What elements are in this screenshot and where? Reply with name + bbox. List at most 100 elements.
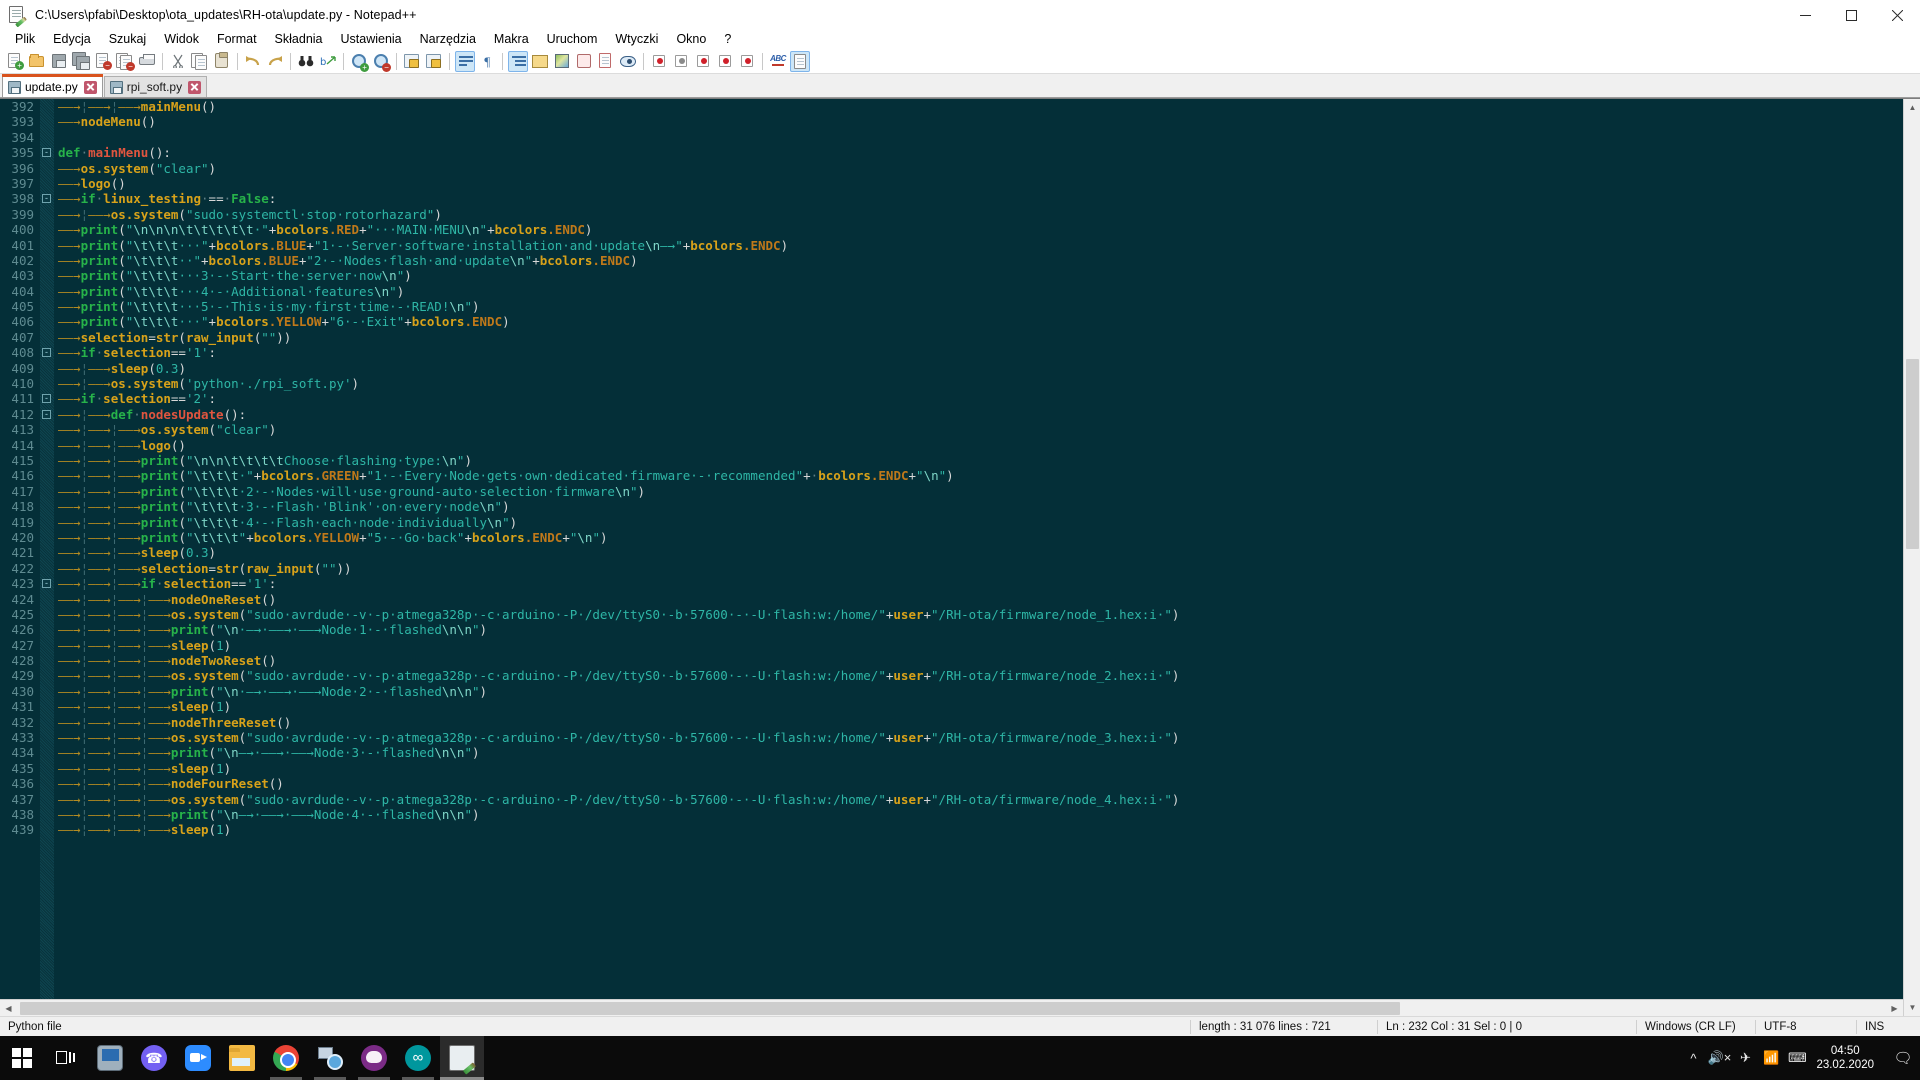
close-button[interactable] bbox=[1874, 0, 1920, 30]
find-icon[interactable] bbox=[296, 51, 316, 72]
redo-icon[interactable] bbox=[265, 51, 285, 72]
line-number: 392 bbox=[0, 99, 34, 114]
action-center-icon[interactable]: 🗨 bbox=[1886, 1036, 1920, 1080]
cut-icon[interactable] bbox=[168, 51, 188, 72]
fold-margin-cell bbox=[40, 607, 54, 622]
maximize-button[interactable] bbox=[1828, 0, 1874, 30]
save-macro-icon[interactable] bbox=[737, 51, 757, 72]
code-line: def·mainMenu(): bbox=[54, 145, 1920, 160]
scroll-down-icon[interactable]: ▼ bbox=[1904, 999, 1920, 1016]
editor-horizontal-scrollbar[interactable]: ◀ ▶ bbox=[0, 999, 1903, 1016]
tab-update-py[interactable]: update.py bbox=[2, 76, 103, 97]
scroll-up-icon[interactable]: ▲ bbox=[1904, 99, 1920, 116]
taskbar-app-network-scanner[interactable] bbox=[308, 1036, 352, 1080]
word-wrap-icon[interactable] bbox=[455, 51, 475, 72]
editor-vertical-scrollbar[interactable]: ▲ ▼ bbox=[1903, 99, 1920, 1016]
print-icon[interactable] bbox=[137, 51, 157, 72]
status-caret-position: Ln : 232 Col : 31 Sel : 0 | 0 bbox=[1378, 1021, 1636, 1033]
fold-toggle-icon[interactable]: - bbox=[40, 576, 54, 591]
show-all-characters-icon[interactable]: ¶ bbox=[477, 51, 497, 72]
menu-item-widok[interactable]: Widok bbox=[155, 30, 208, 49]
close-tab-icon[interactable] bbox=[84, 81, 97, 94]
scroll-left-icon[interactable]: ◀ bbox=[0, 1000, 17, 1016]
fold-toggle-icon[interactable]: - bbox=[40, 407, 54, 422]
menu-item-okno[interactable]: Okno bbox=[667, 30, 715, 49]
save-all-icon[interactable] bbox=[71, 51, 91, 72]
user-defined-language-icon[interactable] bbox=[530, 51, 550, 72]
fold-toggle-icon[interactable]: - bbox=[40, 145, 54, 160]
menu-item-help[interactable]: ? bbox=[715, 30, 740, 49]
spellcheck-icon[interactable]: ABC bbox=[768, 51, 788, 72]
taskbar-app-file-explorer[interactable] bbox=[220, 1036, 264, 1080]
menu-item-uruchom[interactable]: Uruchom bbox=[538, 30, 607, 49]
zoom-in-icon[interactable]: + bbox=[349, 51, 369, 72]
document-map-icon[interactable] bbox=[552, 51, 572, 72]
close-tab-icon[interactable] bbox=[188, 81, 201, 94]
monitoring-icon[interactable] bbox=[618, 51, 638, 72]
record-macro-icon[interactable] bbox=[649, 51, 669, 72]
close-file-icon[interactable]: − bbox=[93, 51, 113, 72]
fold-toggle-icon[interactable]: - bbox=[40, 191, 54, 206]
taskbar-app-slack[interactable] bbox=[352, 1036, 396, 1080]
line-number: 416 bbox=[0, 468, 34, 483]
menu-item-ustawienia[interactable]: Ustawienia bbox=[332, 30, 411, 49]
menu-item-narzedzia[interactable]: Narzędzia bbox=[411, 30, 485, 49]
minimize-button[interactable] bbox=[1782, 0, 1828, 30]
wifi-icon[interactable]: 📶 bbox=[1758, 1036, 1784, 1080]
show-hidden-icons-icon[interactable]: ^ bbox=[1680, 1036, 1706, 1080]
undo-icon[interactable] bbox=[243, 51, 263, 72]
copy-icon[interactable] bbox=[190, 51, 210, 72]
taskbar-app-remote-desktop[interactable] bbox=[88, 1036, 132, 1080]
open-file-icon[interactable] bbox=[27, 51, 47, 72]
run-macro-multiple-icon[interactable] bbox=[715, 51, 735, 72]
fold-toggle-icon[interactable]: - bbox=[40, 345, 54, 360]
code-folding-margin[interactable]: ------ bbox=[40, 99, 54, 1016]
menu-item-format[interactable]: Format bbox=[208, 30, 266, 49]
indent-guide-icon[interactable] bbox=[508, 51, 528, 72]
run-icon[interactable] bbox=[790, 51, 810, 72]
touch-keyboard-icon[interactable]: ⌨ bbox=[1784, 1036, 1810, 1080]
code-editor[interactable]: 3923933943953963973983994004014024034044… bbox=[0, 98, 1920, 1016]
close-all-icon[interactable]: − bbox=[115, 51, 135, 72]
sync-vertical-icon[interactable] bbox=[402, 51, 422, 72]
tab-rpi-soft-py[interactable]: rpi_soft.py bbox=[104, 76, 207, 97]
fold-toggle-icon[interactable]: - bbox=[40, 391, 54, 406]
vertical-scroll-thumb[interactable] bbox=[1906, 359, 1919, 549]
paste-icon[interactable] bbox=[212, 51, 232, 72]
function-list-icon[interactable] bbox=[574, 51, 594, 72]
folder-as-workspace-icon[interactable] bbox=[596, 51, 616, 72]
stop-recording-icon[interactable] bbox=[671, 51, 691, 72]
taskbar-app-chrome[interactable] bbox=[264, 1036, 308, 1080]
tab-label: update.py bbox=[25, 80, 78, 94]
menu-item-wtyczki[interactable]: Wtyczki bbox=[606, 30, 667, 49]
taskbar-app-arduino[interactable] bbox=[396, 1036, 440, 1080]
line-number: 419 bbox=[0, 515, 34, 530]
scroll-right-icon[interactable]: ▶ bbox=[1886, 1000, 1903, 1016]
taskbar-app-viber[interactable] bbox=[132, 1036, 176, 1080]
taskbar-clock[interactable]: 04:50 23.02.2020 bbox=[1810, 1044, 1886, 1072]
volume-muted-icon[interactable]: 🔊× bbox=[1706, 1036, 1732, 1080]
playback-icon[interactable] bbox=[693, 51, 713, 72]
menu-item-makra[interactable]: Makra bbox=[485, 30, 538, 49]
task-view-button[interactable] bbox=[44, 1036, 88, 1080]
menu-item-edycja[interactable]: Edycja bbox=[44, 30, 100, 49]
replace-icon[interactable]: b bbox=[318, 51, 338, 72]
line-number: 427 bbox=[0, 638, 34, 653]
line-number: 410 bbox=[0, 376, 34, 391]
code-text-area[interactable]: ——→¦——→¦——→mainMenu()——→nodeMenu() def·m… bbox=[54, 99, 1920, 1016]
notepad-plus-plus-window: C:\Users\pfabi\Desktop\ota_updates\RH-ot… bbox=[0, 0, 1920, 1080]
airplane-mode-icon[interactable]: ✈ bbox=[1732, 1036, 1758, 1080]
new-file-icon[interactable]: + bbox=[5, 51, 25, 72]
fold-margin-cell bbox=[40, 792, 54, 807]
menu-item-szukaj[interactable]: Szukaj bbox=[100, 30, 156, 49]
save-icon[interactable] bbox=[49, 51, 69, 72]
menu-item-skladnia[interactable]: Składnia bbox=[266, 30, 332, 49]
zoom-out-icon[interactable]: − bbox=[371, 51, 391, 72]
start-button[interactable] bbox=[0, 1036, 44, 1080]
taskbar-app-notepad-plus-plus[interactable] bbox=[440, 1036, 484, 1080]
code-line: ——→print("\t\t\t···"+bcolors.BLUE+"1·-·S… bbox=[54, 238, 1920, 253]
taskbar-app-zoom[interactable] bbox=[176, 1036, 220, 1080]
horizontal-scroll-thumb[interactable] bbox=[20, 1002, 1400, 1015]
sync-horizontal-icon[interactable] bbox=[424, 51, 444, 72]
menu-item-plik[interactable]: Plik bbox=[6, 30, 44, 49]
